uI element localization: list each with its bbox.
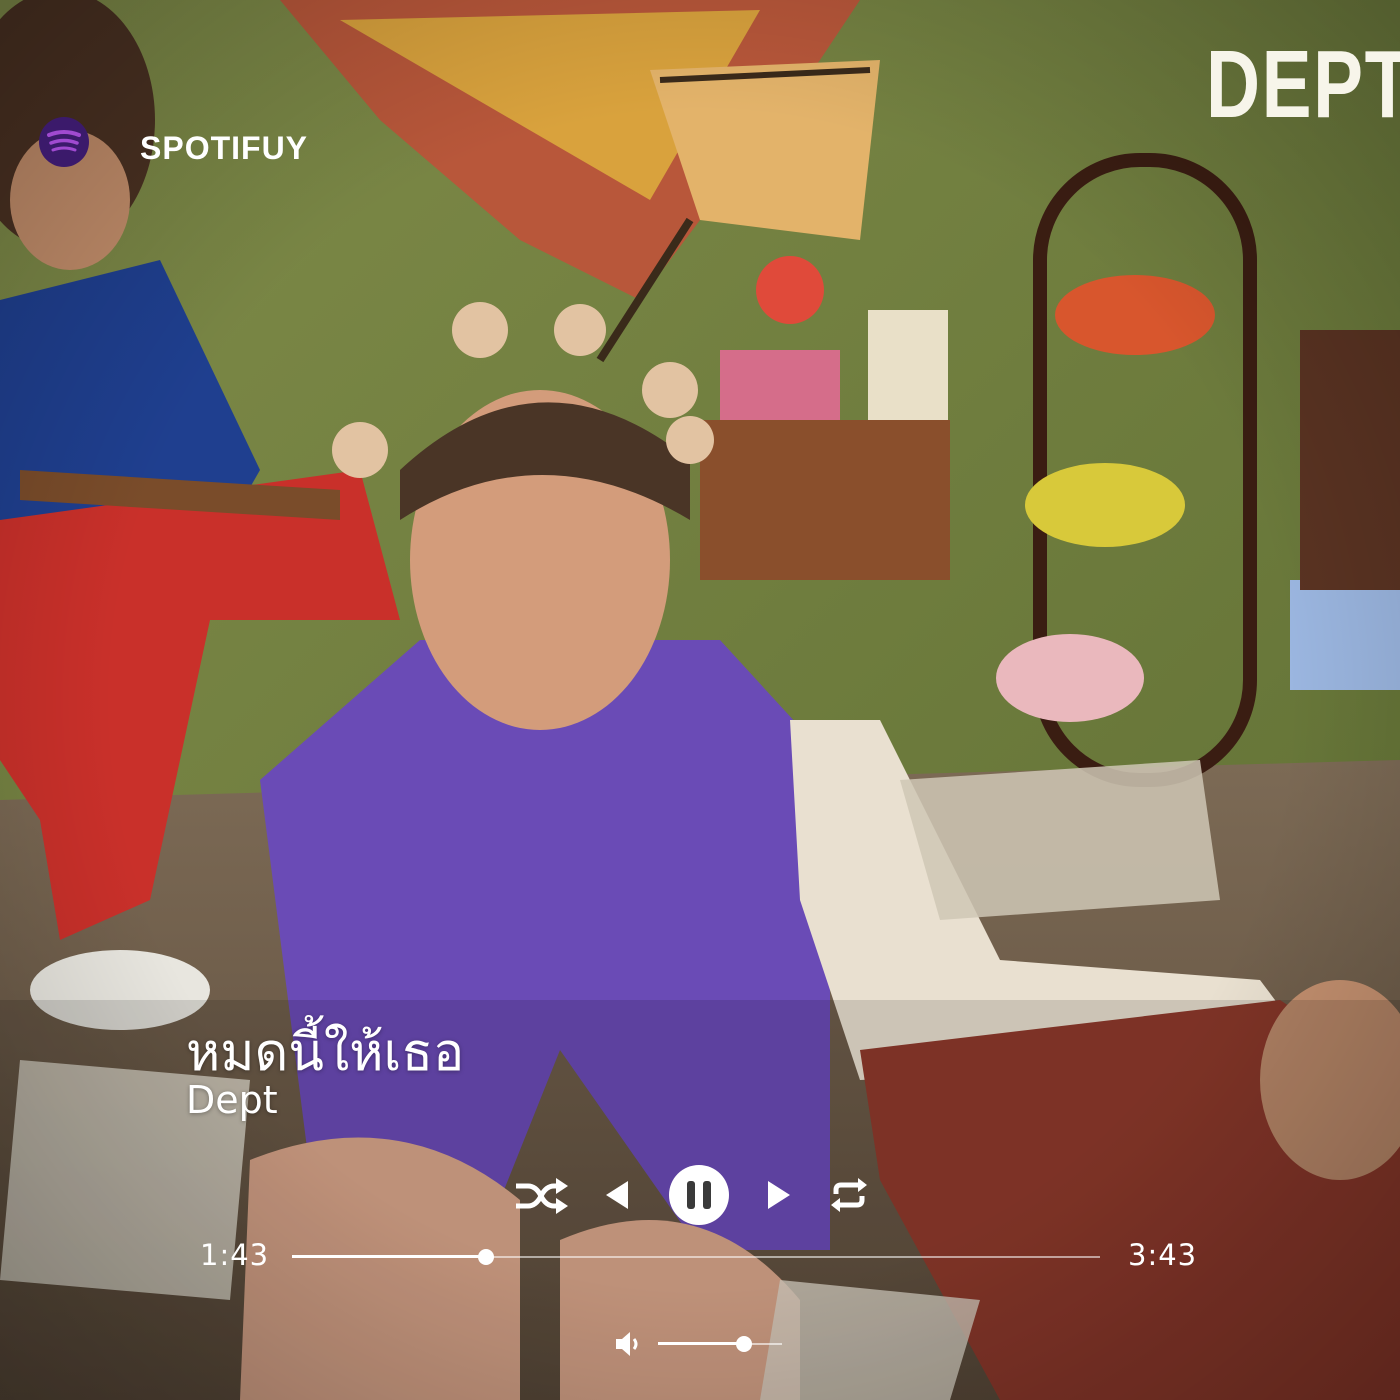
next-icon[interactable]	[766, 1180, 792, 1210]
app-brand: SPOTIFUY	[38, 116, 307, 168]
volume-handle[interactable]	[735, 1336, 752, 1352]
total-time: 3:43	[1128, 1238, 1198, 1272]
playback-controls	[500, 1160, 880, 1230]
progress-bar[interactable]	[292, 1246, 1100, 1268]
track-artist: Dept	[186, 1078, 278, 1122]
volume-slider[interactable]	[658, 1335, 782, 1353]
shuffle-icon[interactable]	[514, 1178, 568, 1214]
previous-icon[interactable]	[604, 1180, 630, 1210]
volume-icon[interactable]	[614, 1330, 644, 1358]
spotify-logo-icon	[39, 117, 89, 167]
pause-icon[interactable]	[668, 1164, 730, 1226]
repeat-icon[interactable]	[830, 1178, 868, 1212]
progress-fill	[292, 1255, 486, 1258]
volume-fill	[658, 1342, 744, 1345]
current-time: 1:43	[200, 1238, 270, 1272]
progress-handle[interactable]	[477, 1249, 494, 1265]
app-name: SPOTIFUY	[140, 130, 309, 166]
album-wordmark: DEPT	[1206, 31, 1400, 138]
